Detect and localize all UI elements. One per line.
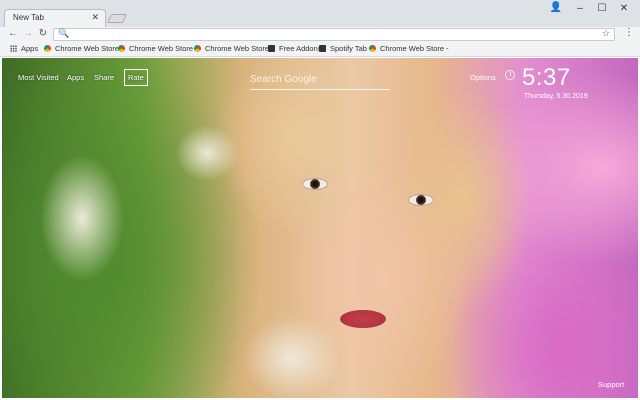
google-search-box[interactable] <box>250 70 390 90</box>
bookmark-chrome-web-store-2[interactable]: Chrome Web Store - <box>118 44 198 55</box>
clock-date: Thursday, 5.30.2019 <box>524 93 588 100</box>
bookmark-apps[interactable]: Apps <box>10 44 38 55</box>
tab-close-icon[interactable]: ✕ <box>91 12 99 23</box>
maximize-button[interactable]: ☐ <box>594 3 610 14</box>
search-icon: 🔍 <box>58 28 70 38</box>
menu-icon[interactable]: ⋮ <box>624 27 634 38</box>
bookmark-chrome-web-store-1[interactable]: Chrome Web Store - <box>44 44 124 55</box>
chrome-web-store-icon <box>44 45 51 52</box>
minimize-button[interactable]: – <box>572 3 588 14</box>
address-bar[interactable]: 🔍 ☆ <box>53 28 615 41</box>
bookmark-label: Free Addons <box>279 44 322 53</box>
bookmark-chrome-web-store-3[interactable]: Chrome Web Store - <box>194 44 274 55</box>
apps-grid-icon <box>10 45 17 52</box>
wallpaper-lips <box>340 310 386 328</box>
wallpaper-eye-left <box>302 178 328 190</box>
address-input[interactable] <box>70 30 590 40</box>
wallpaper-eye-right <box>408 194 434 206</box>
bookmark-free-addons[interactable]: Free Addons <box>268 44 322 55</box>
clock-icon[interactable] <box>505 70 515 80</box>
bookmark-label: Chrome Web Store - <box>380 44 449 53</box>
search-input[interactable] <box>250 70 390 88</box>
bookmark-label: Chrome Web Store - <box>129 44 198 53</box>
bookmark-label: Chrome Web Store - <box>55 44 124 53</box>
most-visited-link[interactable]: Most Visited <box>18 73 59 82</box>
rate-button[interactable]: Rate <box>124 69 148 86</box>
support-link[interactable]: Support <box>598 380 624 389</box>
bookmark-label: Apps <box>21 44 39 53</box>
tab-strip: New Tab ✕ 👤 – ☐ ✕ <box>0 0 640 27</box>
bookmark-label: Spotify Tab <box>330 44 367 53</box>
new-tab-page: Most Visited Apps Share Rate Options 5:3… <box>2 58 638 398</box>
new-tab-button[interactable] <box>106 14 128 23</box>
chrome-web-store-icon <box>369 45 376 52</box>
bookmarks-bar: Apps Chrome Web Store - Chrome Web Store… <box>0 42 640 57</box>
tab-new-tab[interactable]: New Tab ✕ <box>4 9 106 27</box>
share-link[interactable]: Share <box>94 73 114 82</box>
back-button[interactable]: ← <box>7 28 19 39</box>
clock-time: 5:37 <box>522 64 571 91</box>
bookmark-chrome-web-store-4[interactable]: Chrome Web Store - <box>369 44 449 55</box>
close-window-button[interactable]: ✕ <box>616 3 632 14</box>
forward-button[interactable]: → <box>22 28 34 39</box>
spotify-tab-icon <box>319 45 326 52</box>
bookmark-star-icon[interactable]: ☆ <box>602 28 610 39</box>
bookmark-label: Chrome Web Store - <box>205 44 274 53</box>
bookmark-spotify-tab[interactable]: Spotify Tab <box>319 44 367 55</box>
free-addons-icon <box>268 45 275 52</box>
apps-link[interactable]: Apps <box>67 73 84 82</box>
options-link[interactable]: Options <box>470 73 496 82</box>
user-profile-icon[interactable]: 👤 <box>548 2 564 13</box>
reload-button[interactable]: ↻ <box>37 28 49 39</box>
browser-toolbar: ← → ↻ 🔍 ☆ ⋮ <box>0 27 640 42</box>
tab-title: New Tab <box>13 13 44 22</box>
chrome-web-store-icon <box>194 45 201 52</box>
chrome-web-store-icon <box>118 45 125 52</box>
